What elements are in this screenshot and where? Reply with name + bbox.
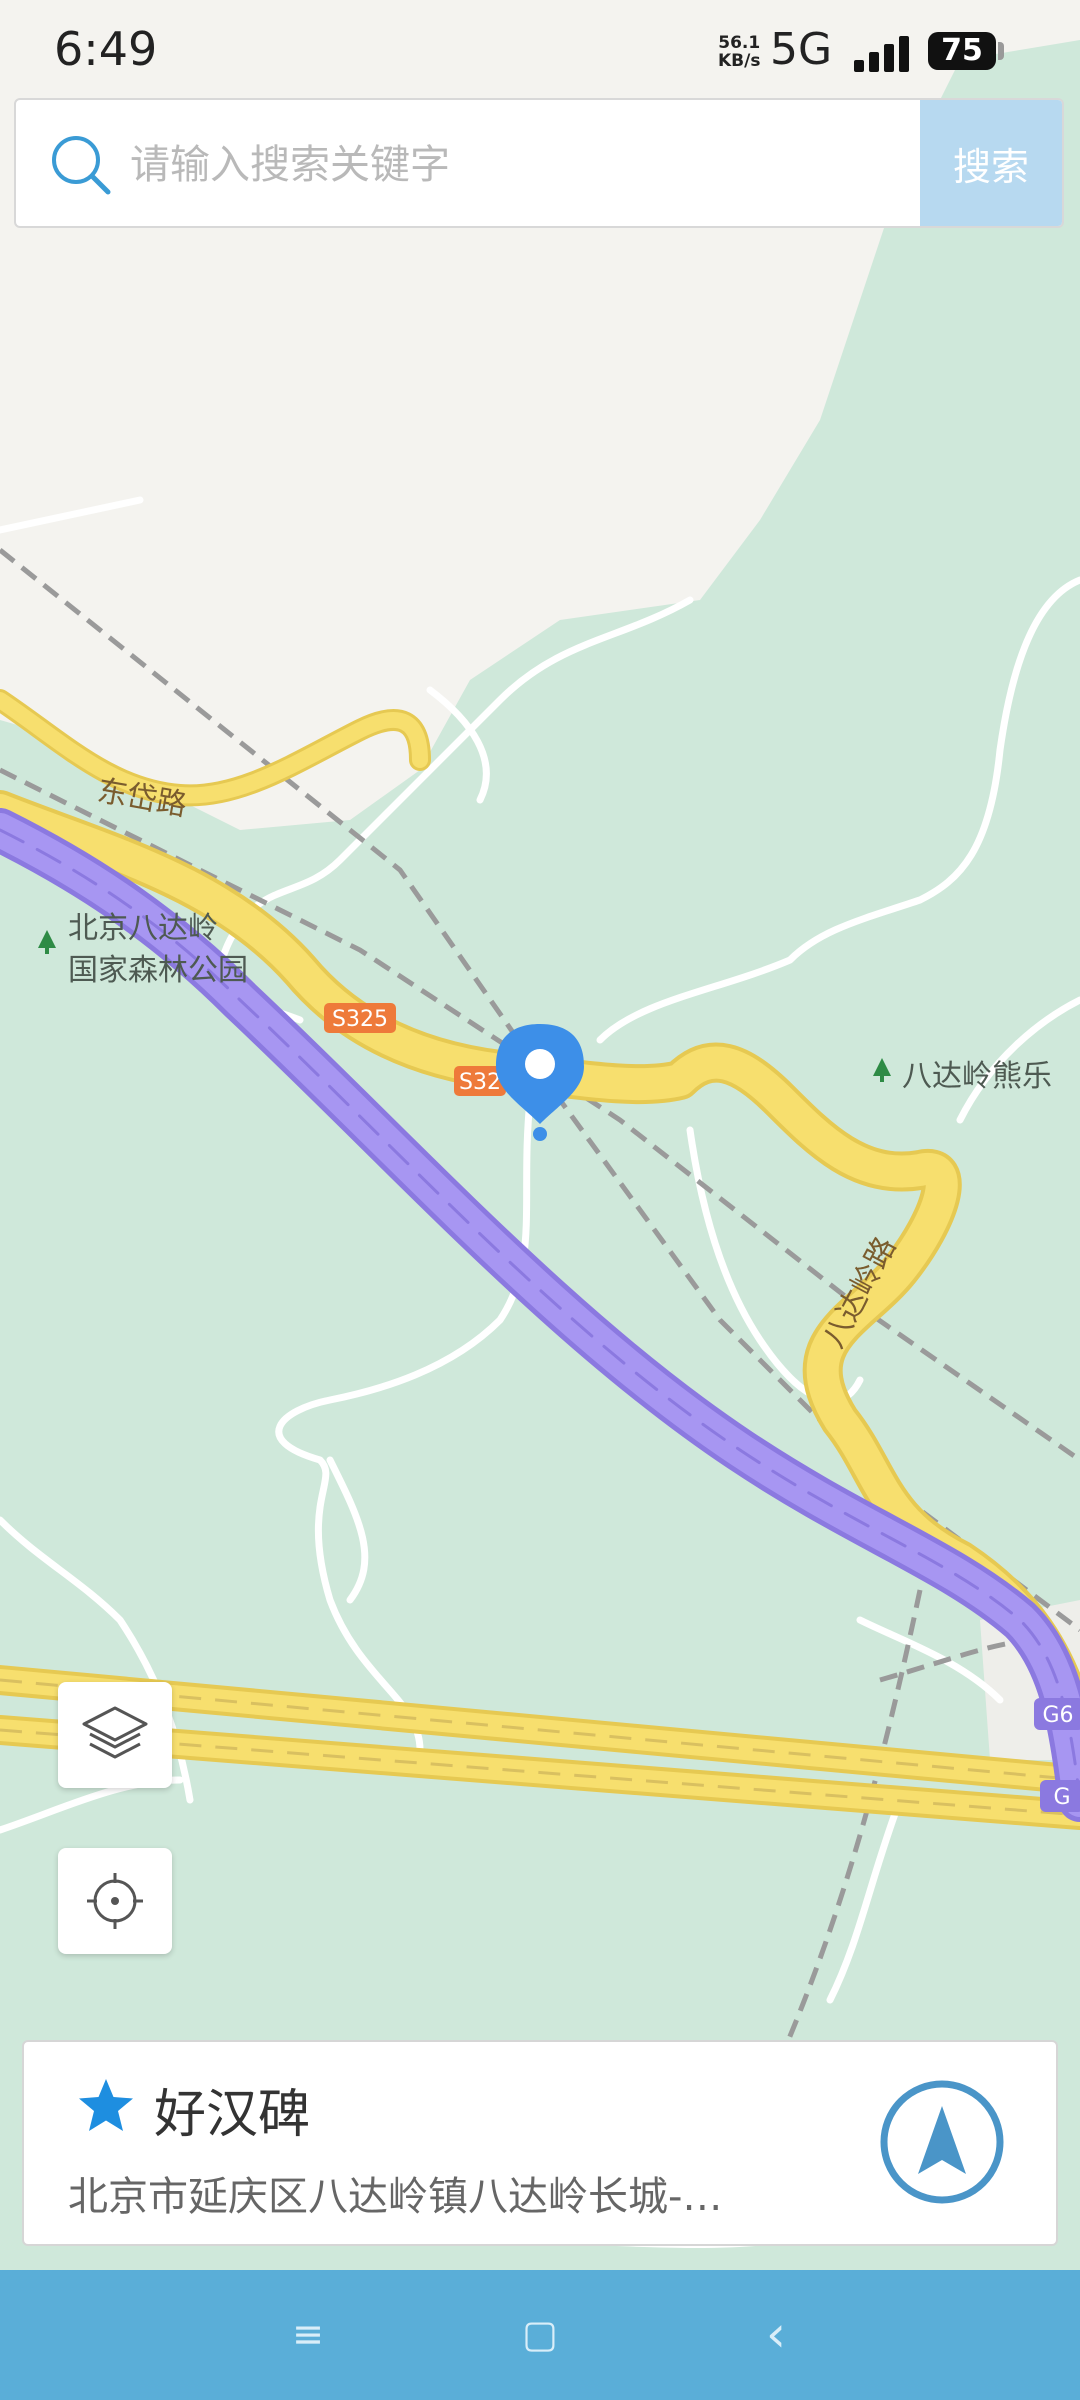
svg-text:国家森林公园: 国家森林公园 <box>68 953 248 988</box>
locate-me-button[interactable] <box>58 1848 172 1954</box>
status-time: 6:49 <box>54 22 158 76</box>
status-bar: 6:49 56.1 KB/s 5G 75 <box>0 0 1080 100</box>
crosshair-icon <box>87 1873 143 1929</box>
network-type: 5G <box>770 24 833 75</box>
star-icon[interactable] <box>76 2076 136 2136</box>
search-input[interactable] <box>128 124 922 206</box>
network-speed-value: 56.1 <box>718 33 761 53</box>
svg-text:G: G <box>1053 1785 1070 1810</box>
place-card[interactable]: 好汉碑 北京市延庆区八达岭镇八达岭长城-… <box>22 2040 1058 2246</box>
road-shield-g6-b: G <box>1040 1780 1080 1812</box>
network-speed: 56.1 KB/s <box>718 34 760 70</box>
place-name: 好汉碑 <box>154 2085 311 2145</box>
navigate-button[interactable] <box>880 2080 1004 2204</box>
home-key[interactable]: ▢ <box>518 2312 562 2356</box>
search-button[interactable]: 搜索 <box>920 100 1062 226</box>
place-address: 北京市延庆区八达岭镇八达岭长城-… <box>68 2174 723 2220</box>
svg-text:S325: S325 <box>332 1007 388 1032</box>
search-bar: 搜索 <box>14 98 1064 228</box>
svg-text:八达岭熊乐: 八达岭熊乐 <box>902 1059 1052 1094</box>
layers-button[interactable] <box>58 1682 172 1788</box>
system-nav-bar: ≡ ▢ ‹ <box>0 2270 1080 2400</box>
layers-icon <box>82 1706 148 1759</box>
network-speed-unit: KB/s <box>718 51 761 71</box>
signal-icon <box>854 36 909 72</box>
road-shield-g6-a: G6 <box>1034 1698 1080 1730</box>
menu-key[interactable]: ≡ <box>286 2312 330 2356</box>
svg-text:北京八达岭: 北京八达岭 <box>68 911 218 946</box>
back-key[interactable]: ‹ <box>754 2309 798 2359</box>
battery-icon: 75 <box>928 32 1004 70</box>
svg-text:S32: S32 <box>459 1070 501 1095</box>
svg-text:G6: G6 <box>1042 1703 1073 1728</box>
search-icon <box>52 136 111 195</box>
road-shield-s325-a: S325 <box>324 1003 396 1033</box>
